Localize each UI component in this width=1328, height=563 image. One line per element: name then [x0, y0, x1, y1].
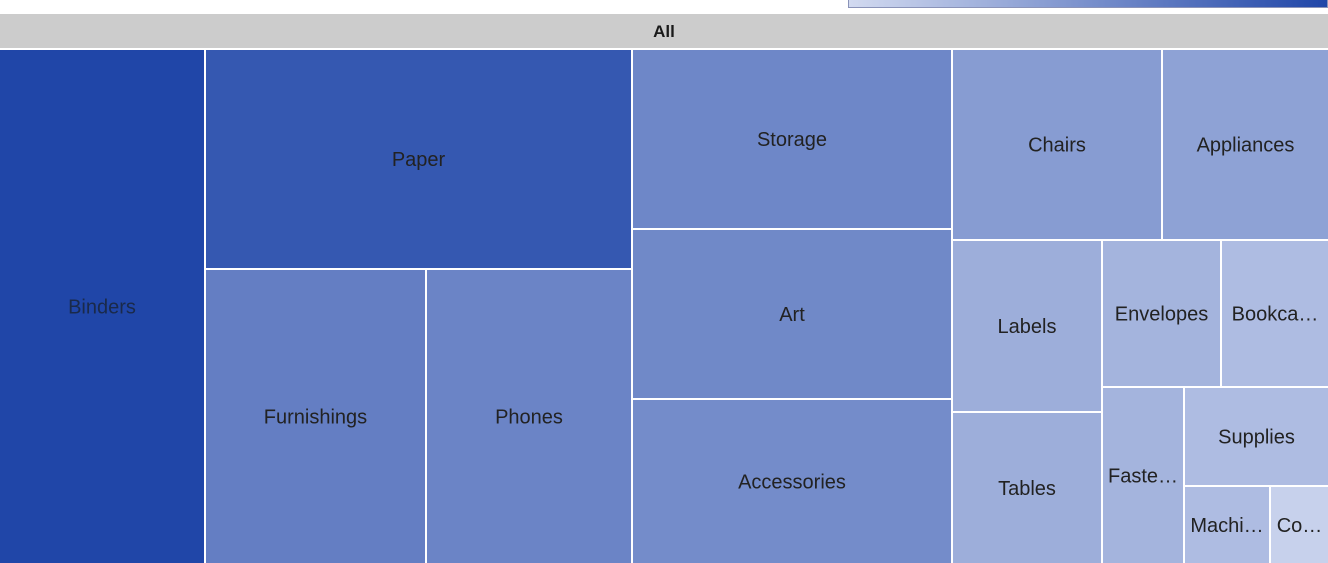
treemap-chart: All Binders Paper Furnishings Phones Storage… [0, 14, 1328, 563]
treemap-cell-label: Appliances [1197, 135, 1295, 157]
treemap-cell-label: Paper [392, 149, 446, 171]
treemap-cell-label: Art [779, 304, 805, 326]
treemap-cell-furnishings[interactable]: Furnishings [206, 270, 425, 563]
treemap-cell-label: Binders [68, 297, 136, 319]
treemap-cell-label: Machi… [1190, 515, 1263, 537]
treemap-cell-label: Co… [1277, 515, 1323, 537]
treemap-cell-label: Supplies [1218, 427, 1295, 449]
treemap-cell-label: Envelopes [1115, 304, 1208, 326]
treemap-cell-label: Chairs [1028, 135, 1086, 157]
treemap-cell-faste[interactable]: Faste… [1103, 388, 1183, 563]
treemap-cell-label: Labels [998, 316, 1057, 338]
treemap-cell-accessories[interactable]: Accessories [633, 400, 951, 563]
treemap-root-header[interactable]: All [0, 14, 1328, 48]
treemap-cell-envelopes[interactable]: Envelopes [1103, 241, 1220, 386]
treemap-cell-chairs[interactable]: Chairs [953, 50, 1161, 239]
treemap-cell-supplies[interactable]: Supplies [1185, 388, 1328, 485]
treemap-cell-label: Faste… [1108, 466, 1178, 488]
root-label: All [653, 22, 675, 41]
treemap-cell-appliances[interactable]: Appliances [1163, 50, 1328, 239]
treemap-cell-phones[interactable]: Phones [427, 270, 631, 563]
treemap-cell-label: Furnishings [264, 407, 367, 429]
treemap-cells: Binders Paper Furnishings Phones Storage Art A… [0, 50, 1328, 563]
treemap-cell-label: Storage [757, 129, 827, 151]
treemap-cell-bookca[interactable]: Bookca… [1222, 241, 1328, 386]
treemap-cell-label: Phones [495, 407, 563, 429]
treemap-cell-machi[interactable]: Machi… [1185, 487, 1269, 563]
treemap-cell-paper[interactable]: Paper [206, 50, 631, 268]
treemap-cell-label: Tables [998, 478, 1056, 500]
treemap-cell-label: Bookca… [1232, 304, 1319, 326]
treemap-cell-co[interactable]: Co… [1271, 487, 1328, 563]
treemap-cell-labels[interactable]: Labels [953, 241, 1101, 411]
treemap-cell-label: Accessories [738, 472, 846, 494]
treemap-cell-storage[interactable]: Storage [633, 50, 951, 228]
treemap-cell-binders[interactable]: Binders [0, 50, 204, 563]
treemap-cell-tables[interactable]: Tables [953, 413, 1101, 563]
treemap-cell-art[interactable]: Art [633, 230, 951, 398]
